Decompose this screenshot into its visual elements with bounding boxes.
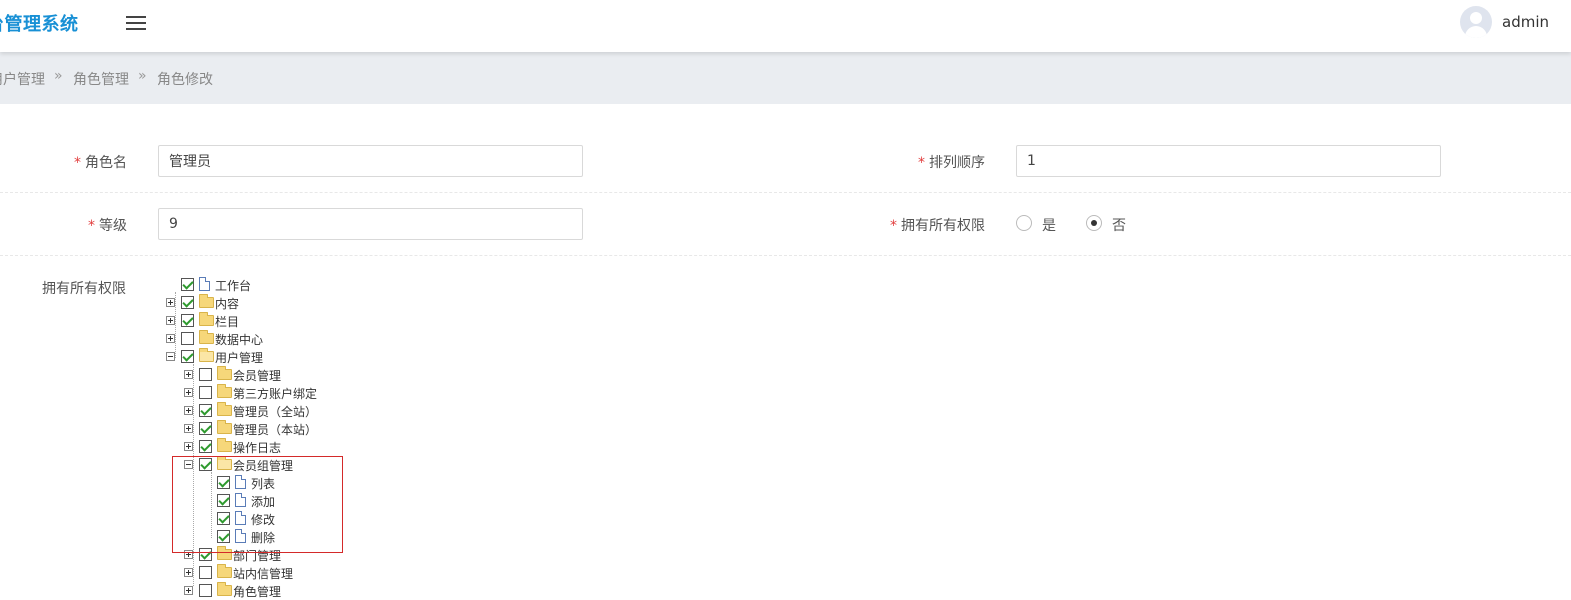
tree-node-label[interactable]: 数据中心 — [215, 331, 263, 348]
tree-node-label[interactable]: 会员组管理 — [233, 457, 293, 474]
file-icon — [235, 493, 246, 507]
tree-node-label[interactable]: 用户管理 — [215, 349, 263, 366]
tree-node-checkbox[interactable] — [181, 296, 194, 309]
folder-icon — [199, 330, 214, 344]
tree-node-checkbox[interactable] — [217, 494, 230, 507]
breadcrumb-separator: » — [138, 68, 147, 84]
expand-icon[interactable] — [184, 550, 193, 559]
tree-node-label[interactable]: 角色管理 — [233, 583, 281, 600]
tree-node-label[interactable]: 内容 — [215, 295, 239, 312]
folder-icon — [199, 348, 214, 362]
all-perms-no-label[interactable]: 否 — [1112, 215, 1126, 235]
expand-icon[interactable] — [184, 424, 193, 433]
expand-icon[interactable] — [166, 316, 175, 325]
breadcrumb-item-current: 角色修改 — [157, 72, 213, 88]
tree-node-label[interactable]: 管理员（全站） — [233, 403, 317, 420]
tree-node-checkbox[interactable] — [199, 386, 212, 399]
app-brand[interactable]: 台管理系统 — [0, 10, 79, 36]
expand-icon[interactable] — [166, 298, 175, 307]
folder-icon — [217, 420, 232, 434]
breadcrumb: 用户管理 » 角色管理 » 角色修改 — [0, 52, 1571, 104]
tree-node-label[interactable]: 工作台 — [215, 277, 251, 294]
tree-node-label[interactable]: 第三方账户绑定 — [233, 385, 317, 402]
file-icon — [235, 511, 246, 525]
tree-node-checkbox[interactable] — [199, 440, 212, 453]
tree-node-checkbox[interactable] — [217, 530, 230, 543]
tree-node-checkbox[interactable] — [217, 476, 230, 489]
file-icon — [235, 475, 246, 489]
expand-icon[interactable] — [184, 586, 193, 595]
role-name-input[interactable] — [158, 145, 583, 177]
tree-node-label[interactable]: 添加 — [251, 493, 275, 510]
folder-icon — [199, 312, 214, 326]
tree-node-checkbox[interactable] — [199, 422, 212, 435]
expand-icon[interactable] — [184, 370, 193, 379]
menu-toggle-icon[interactable] — [126, 13, 146, 33]
top-header: 台管理系统 admin — [0, 0, 1571, 52]
expand-icon[interactable] — [184, 442, 193, 451]
perm-tree-label: 拥有所有权限 — [42, 281, 126, 297]
tree-node-checkbox[interactable] — [199, 404, 212, 417]
tree-node-checkbox[interactable] — [199, 458, 212, 471]
tree-node-checkbox[interactable] — [181, 278, 194, 291]
collapse-icon[interactable] — [184, 460, 193, 469]
folder-icon — [199, 294, 214, 308]
tree-node-checkbox[interactable] — [199, 548, 212, 561]
tree-node-label[interactable]: 站内信管理 — [233, 565, 293, 582]
expand-icon[interactable] — [184, 388, 193, 397]
sort-order-input[interactable] — [1016, 145, 1441, 177]
breadcrumb-item-roles[interactable]: 角色管理 — [73, 69, 129, 89]
expand-icon[interactable] — [166, 334, 175, 343]
tree-node-label[interactable]: 部门管理 — [233, 547, 281, 564]
folder-icon — [217, 456, 232, 470]
tree-node-checkbox[interactable] — [217, 512, 230, 525]
all-perms-yes-label[interactable]: 是 — [1042, 215, 1056, 235]
all-perms-no-radio[interactable] — [1086, 215, 1102, 231]
breadcrumb-separator: » — [54, 68, 63, 84]
folder-icon — [217, 384, 232, 398]
tree-node-checkbox[interactable] — [199, 584, 212, 597]
all-perms-yes-radio[interactable] — [1016, 215, 1032, 231]
collapse-icon[interactable] — [166, 352, 175, 361]
breadcrumb-item-users[interactable]: 用户管理 — [0, 69, 45, 89]
tree-node-checkbox[interactable] — [181, 314, 194, 327]
tree-node-label[interactable]: 会员管理 — [233, 367, 281, 384]
row-divider — [0, 192, 1571, 193]
tree-node-label[interactable]: 栏目 — [215, 313, 239, 330]
user-avatar-icon[interactable] — [1460, 6, 1492, 38]
username[interactable]: admin — [1502, 13, 1549, 31]
level-label: * 等级 — [88, 218, 127, 234]
all-perms-label: * 拥有所有权限 — [890, 218, 985, 234]
level-input[interactable] — [158, 208, 583, 240]
tree-node-checkbox[interactable] — [199, 368, 212, 381]
expand-icon[interactable] — [184, 568, 193, 577]
tree-node-label[interactable]: 删除 — [251, 529, 275, 546]
tree-node-checkbox[interactable] — [181, 350, 194, 363]
tree-node-label[interactable]: 修改 — [251, 511, 275, 528]
expand-icon[interactable] — [184, 406, 193, 415]
tree-node-checkbox[interactable] — [181, 332, 194, 345]
folder-icon — [217, 564, 232, 578]
tree-node-checkbox[interactable] — [199, 566, 212, 579]
file-icon — [199, 277, 210, 291]
folder-icon — [217, 546, 232, 560]
folder-icon — [217, 582, 232, 596]
tree-node-label[interactable]: 操作日志 — [233, 439, 281, 456]
folder-icon — [217, 366, 232, 380]
folder-icon — [217, 402, 232, 416]
folder-icon — [217, 438, 232, 452]
tree-node-label[interactable]: 列表 — [251, 475, 275, 492]
role-name-label: * 角色名 — [74, 155, 127, 171]
file-icon — [235, 529, 246, 543]
row-divider — [0, 255, 1571, 256]
sort-order-label: * 排列顺序 — [918, 155, 985, 171]
tree-node-label[interactable]: 管理员（本站） — [233, 421, 317, 438]
